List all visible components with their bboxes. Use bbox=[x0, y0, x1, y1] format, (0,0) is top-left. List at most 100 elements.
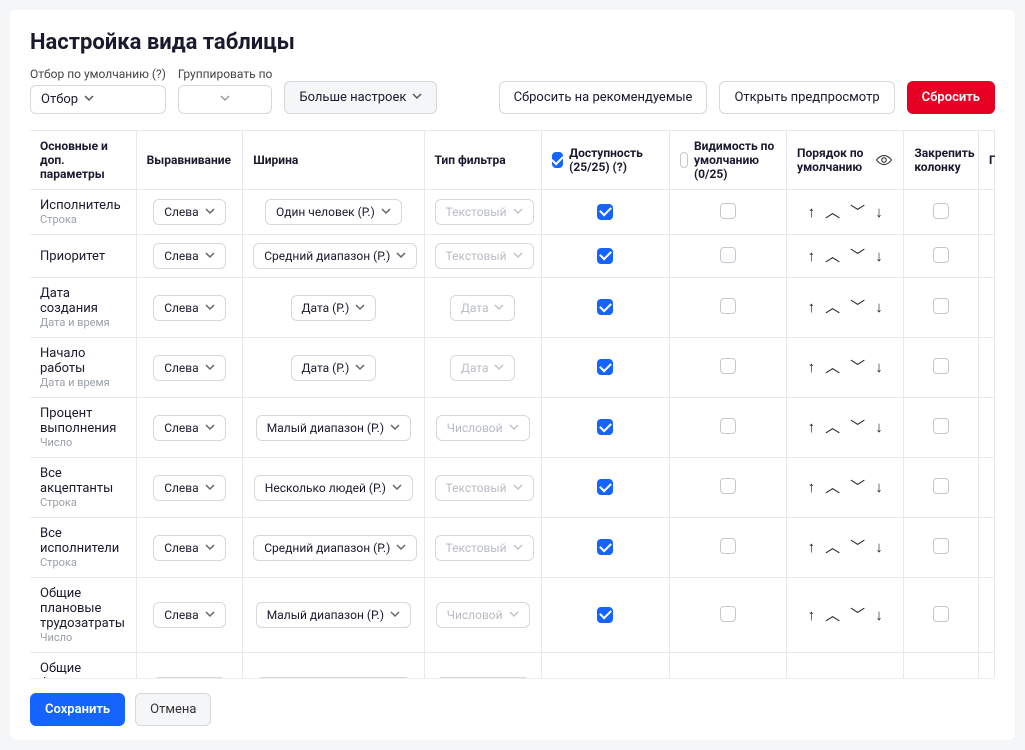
visibility-checkbox[interactable] bbox=[720, 247, 736, 263]
availability-checkbox[interactable] bbox=[597, 479, 613, 495]
availability-checkbox[interactable] bbox=[597, 419, 613, 435]
width-dropdown[interactable]: Малый диапазон (Р.) bbox=[256, 415, 411, 441]
arrow-top-icon[interactable]: ↑ bbox=[808, 205, 816, 220]
filter-dropdown[interactable]: Текстовый bbox=[435, 535, 534, 561]
availability-checkbox[interactable] bbox=[597, 299, 613, 315]
pin-checkbox[interactable] bbox=[933, 203, 949, 219]
filter-dropdown[interactable]: Дата bbox=[450, 355, 516, 381]
align-dropdown[interactable]: Слева bbox=[153, 602, 226, 628]
reset-recommended-button[interactable]: Сбросить на рекомендуемые bbox=[499, 81, 708, 114]
cancel-button[interactable]: Отмена bbox=[135, 693, 211, 726]
pin-checkbox[interactable] bbox=[933, 358, 949, 374]
arrow-bottom-icon[interactable]: ↓ bbox=[875, 608, 883, 623]
arrow-down-icon[interactable]: ﹀ bbox=[850, 249, 865, 264]
filter-dropdown[interactable]: Текстовый bbox=[435, 199, 534, 225]
filter-dropdown[interactable]: Текстовый bbox=[435, 243, 534, 269]
open-preview-button[interactable]: Открыть предпросмотр bbox=[719, 81, 894, 114]
pin-checkbox[interactable] bbox=[933, 478, 949, 494]
default-filter-dropdown[interactable]: Отбор bbox=[30, 85, 166, 114]
arrow-bottom-icon[interactable]: ↓ bbox=[875, 300, 883, 315]
align-dropdown[interactable]: Слева bbox=[153, 475, 226, 501]
arrow-up-icon[interactable]: ︿ bbox=[825, 360, 840, 375]
filter-dropdown[interactable]: Текстовый bbox=[435, 475, 534, 501]
save-button[interactable]: Сохранить bbox=[30, 693, 125, 726]
align-cell: Слева bbox=[137, 235, 244, 278]
width-dropdown[interactable]: Дата (Р.) bbox=[291, 355, 377, 381]
arrow-top-icon[interactable]: ↑ bbox=[808, 480, 816, 495]
width-dropdown[interactable]: Несколько людей (Р.) bbox=[254, 475, 413, 501]
visibility-checkbox[interactable] bbox=[720, 358, 736, 374]
arrow-top-icon[interactable]: ↑ bbox=[808, 608, 816, 623]
arrow-up-icon[interactable]: ︿ bbox=[825, 608, 840, 623]
arrow-top-icon[interactable]: ↑ bbox=[808, 300, 816, 315]
pin-checkbox[interactable] bbox=[933, 606, 949, 622]
arrow-bottom-icon[interactable]: ↓ bbox=[875, 249, 883, 264]
filter-cell: Числовой bbox=[425, 398, 542, 458]
arrow-up-icon[interactable]: ︿ bbox=[825, 300, 840, 315]
arrow-up-icon[interactable]: ︿ bbox=[825, 249, 840, 264]
reset-button[interactable]: Сбросить bbox=[907, 81, 995, 114]
filter-dropdown[interactable]: Дата bbox=[450, 295, 516, 321]
width-dropdown[interactable]: Средний диапазон (Р.) bbox=[253, 535, 417, 561]
arrow-down-icon[interactable]: ﹀ bbox=[850, 300, 865, 315]
arrow-up-icon[interactable]: ︿ bbox=[825, 420, 840, 435]
arrow-bottom-icon[interactable]: ↓ bbox=[875, 360, 883, 375]
width-dropdown[interactable]: Один человек (Р.) bbox=[265, 199, 402, 225]
arrow-down-icon[interactable]: ﹀ bbox=[850, 420, 865, 435]
availability-checkbox[interactable] bbox=[597, 204, 613, 220]
arrow-down-icon[interactable]: ﹀ bbox=[850, 205, 865, 220]
visibility-checkbox[interactable] bbox=[720, 478, 736, 494]
pin-checkbox[interactable] bbox=[933, 418, 949, 434]
arrow-up-icon[interactable]: ︿ bbox=[825, 540, 840, 555]
visibility-checkbox[interactable] bbox=[720, 298, 736, 314]
extra-cell bbox=[979, 653, 995, 678]
width-dropdown[interactable]: Средний диапазон (Р.) bbox=[253, 243, 417, 269]
visibility-checkbox[interactable] bbox=[720, 606, 736, 622]
align-dropdown[interactable]: Слева bbox=[153, 415, 226, 441]
arrow-top-icon[interactable]: ↑ bbox=[808, 360, 816, 375]
group-by-dropdown[interactable] bbox=[178, 85, 273, 114]
availability-checkbox[interactable] bbox=[597, 248, 613, 264]
arrow-bottom-icon[interactable]: ↓ bbox=[875, 480, 883, 495]
chevron-down-icon bbox=[396, 249, 406, 263]
arrow-up-icon[interactable]: ︿ bbox=[825, 480, 840, 495]
pin-checkbox[interactable] bbox=[933, 298, 949, 314]
avail-cell bbox=[542, 578, 670, 653]
filter-dropdown[interactable]: Числовой bbox=[436, 415, 530, 441]
arrow-top-icon[interactable]: ↑ bbox=[808, 540, 816, 555]
availability-checkbox[interactable] bbox=[597, 539, 613, 555]
availability-checkbox[interactable] bbox=[597, 359, 613, 375]
availability-master-checkbox[interactable] bbox=[552, 152, 563, 168]
arrow-up-icon[interactable]: ︿ bbox=[825, 205, 840, 220]
filter-dropdown[interactable]: Числовой bbox=[436, 602, 530, 628]
align-dropdown[interactable]: Слева bbox=[153, 535, 226, 561]
arrow-bottom-icon[interactable]: ↓ bbox=[875, 420, 883, 435]
arrow-down-icon[interactable]: ﹀ bbox=[850, 480, 865, 495]
visibility-master-checkbox[interactable] bbox=[680, 152, 688, 168]
pin-checkbox[interactable] bbox=[933, 247, 949, 263]
pin-checkbox[interactable] bbox=[933, 538, 949, 554]
visibility-checkbox[interactable] bbox=[720, 538, 736, 554]
arrow-top-icon[interactable]: ↑ bbox=[808, 420, 816, 435]
align-cell: Слева bbox=[137, 458, 244, 518]
arrow-top-icon[interactable]: ↑ bbox=[808, 249, 816, 264]
align-cell: Слева bbox=[137, 578, 244, 653]
width-dropdown[interactable]: Малый диапазон (Р.) bbox=[256, 602, 411, 628]
arrow-bottom-icon[interactable]: ↓ bbox=[875, 205, 883, 220]
availability-checkbox[interactable] bbox=[597, 607, 613, 623]
arrow-bottom-icon[interactable]: ↓ bbox=[875, 540, 883, 555]
more-settings-button[interactable]: Больше настроек bbox=[284, 81, 437, 114]
width-dropdown[interactable]: Дата (Р.) bbox=[291, 295, 377, 321]
align-dropdown[interactable]: Слева bbox=[153, 355, 226, 381]
visibility-checkbox[interactable] bbox=[720, 203, 736, 219]
order-cell: ↑︿﹀↓ bbox=[787, 653, 904, 678]
arrow-down-icon[interactable]: ﹀ bbox=[850, 360, 865, 375]
arrow-down-icon[interactable]: ﹀ bbox=[850, 540, 865, 555]
align-dropdown[interactable]: Слева bbox=[153, 199, 226, 225]
chevron-down-icon bbox=[205, 361, 215, 375]
align-dropdown[interactable]: Слева bbox=[153, 295, 226, 321]
arrow-down-icon[interactable]: ﹀ bbox=[850, 608, 865, 623]
visibility-checkbox[interactable] bbox=[720, 418, 736, 434]
header-order: Порядок по умолчанию bbox=[787, 131, 904, 190]
align-dropdown[interactable]: Слева bbox=[153, 243, 226, 269]
